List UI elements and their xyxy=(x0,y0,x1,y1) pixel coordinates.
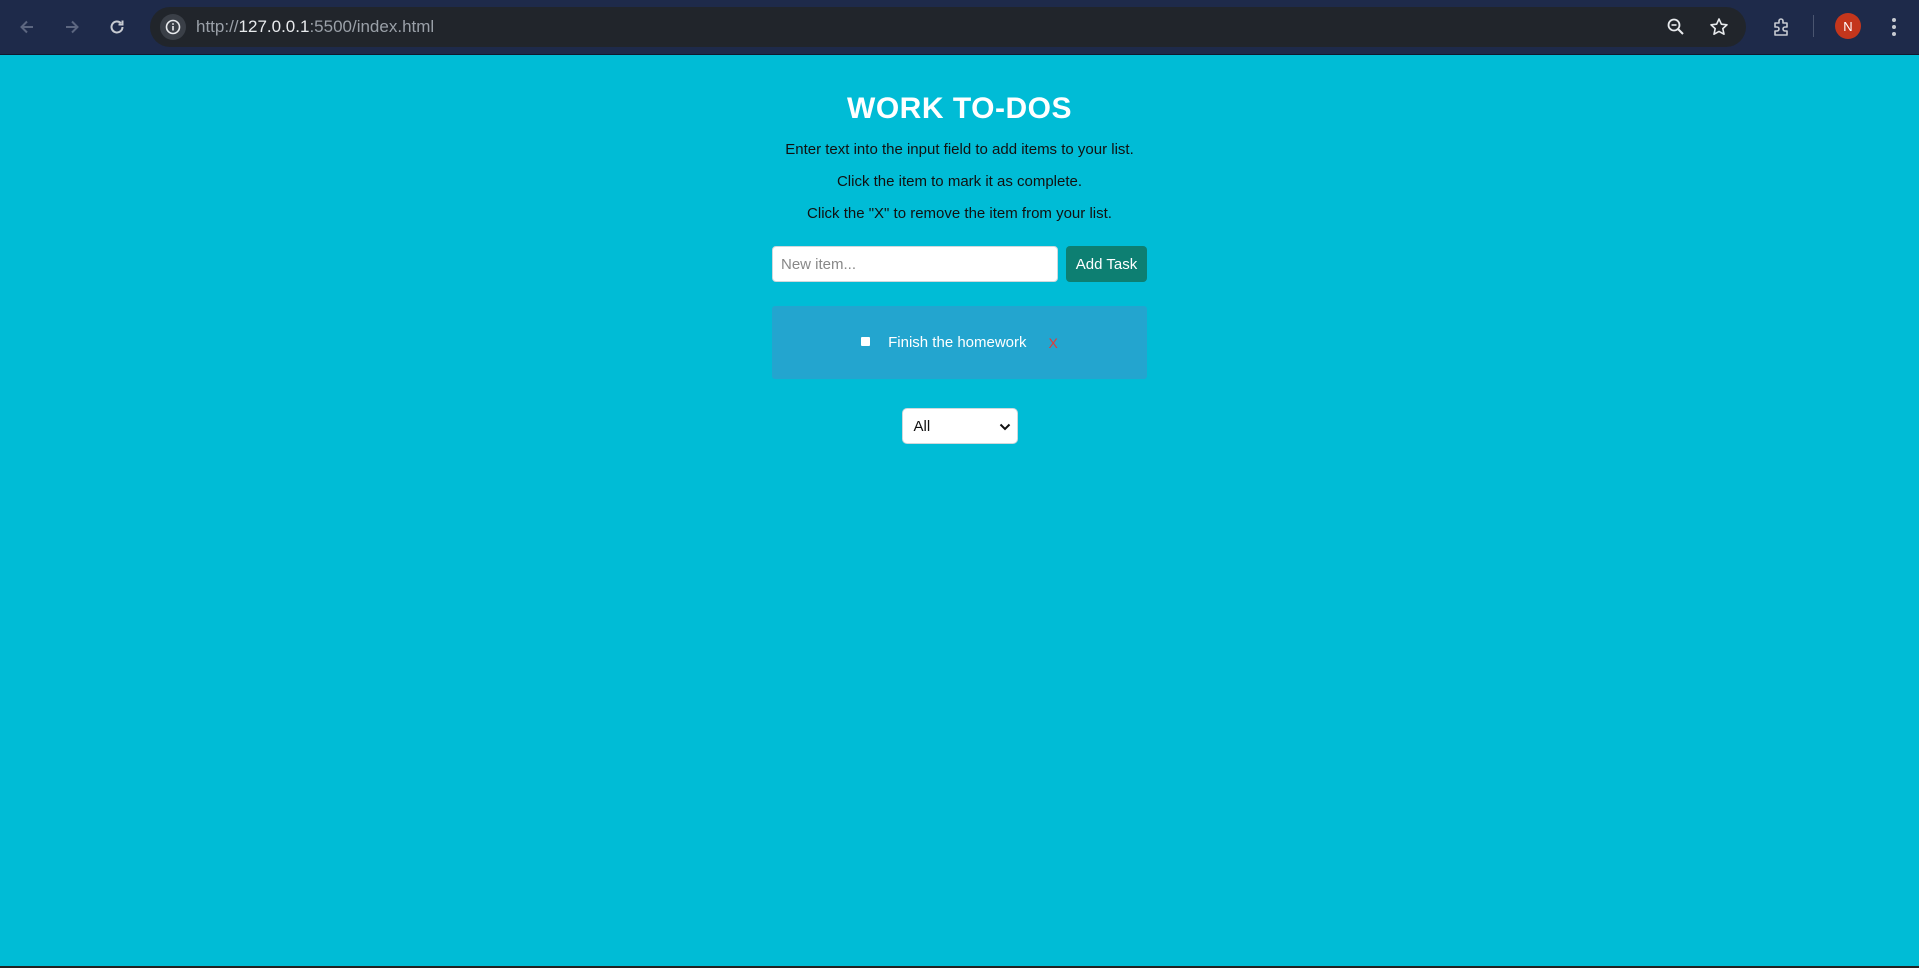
task-checkbox[interactable] xyxy=(861,337,871,346)
reload-icon[interactable] xyxy=(100,10,134,44)
url-path: :5500/index.html xyxy=(309,17,435,36)
toolbar-divider xyxy=(1813,15,1814,37)
filter-selected-value: All xyxy=(913,417,931,435)
page-title: WORK TO-DOS xyxy=(847,92,1072,125)
new-item-input[interactable] xyxy=(772,246,1058,282)
todo-app: WORK TO-DOS Enter text into the input fi… xyxy=(0,55,1919,444)
bookmark-star-icon[interactable] xyxy=(1707,15,1731,39)
task-text[interactable]: Finish the homework xyxy=(888,334,1026,351)
url-text: http://127.0.0.1:5500/index.html xyxy=(196,17,434,37)
list-item[interactable]: Finish the homework X xyxy=(861,334,1058,351)
task-list: Finish the homework X xyxy=(772,306,1147,379)
menu-kebab-icon[interactable] xyxy=(1880,13,1908,41)
filter-select[interactable]: All xyxy=(901,408,1018,444)
instruction-complete: Click the item to mark it as complete. xyxy=(836,173,1083,190)
profile-avatar[interactable]: N xyxy=(1835,13,1861,39)
remove-task-button[interactable]: X xyxy=(1049,335,1058,351)
url-host: 127.0.0.1 xyxy=(238,17,310,36)
add-task-form: Add Task xyxy=(772,246,1147,282)
address-bar[interactable]: http://127.0.0.1:5500/index.html xyxy=(150,7,1746,47)
instruction-add: Enter text into the input field to add i… xyxy=(785,141,1134,158)
extensions-icon[interactable] xyxy=(1768,13,1796,41)
add-task-button[interactable]: Add Task xyxy=(1066,246,1147,282)
chevron-down-icon xyxy=(999,418,1011,435)
site-info-icon[interactable] xyxy=(160,14,186,40)
browser-toolbar: http://127.0.0.1:5500/index.html N xyxy=(0,0,1919,55)
url-scheme: http:// xyxy=(196,17,239,36)
zoom-icon[interactable] xyxy=(1664,15,1688,39)
instruction-remove: Click the "X" to remove the item from yo… xyxy=(807,205,1112,222)
forward-icon[interactable] xyxy=(55,10,89,44)
back-icon[interactable] xyxy=(10,10,44,44)
